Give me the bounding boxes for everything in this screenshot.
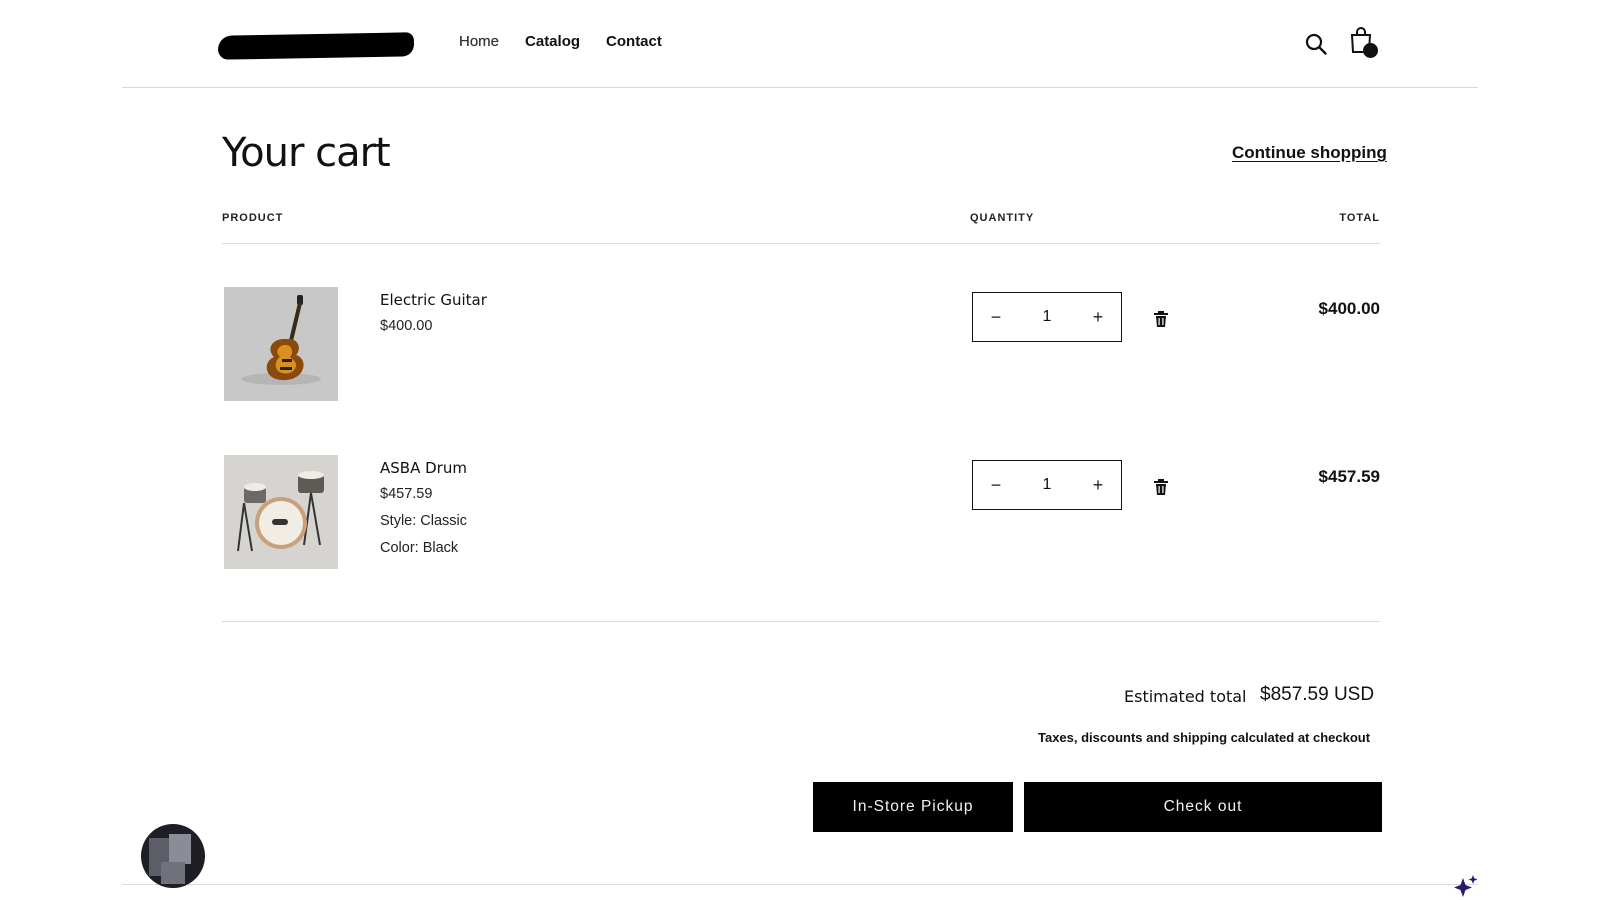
increase-quantity-button[interactable]: +: [1087, 307, 1109, 328]
product-image-guitar[interactable]: [224, 287, 338, 401]
product-price: $457.59: [380, 486, 433, 502]
store-logo[interactable]: [217, 32, 415, 60]
estimated-total-label: Estimated total: [1124, 687, 1247, 706]
decrease-quantity-button[interactable]: −: [985, 307, 1007, 328]
avatar-pixel: [169, 834, 191, 864]
site-header: Home Catalog Contact: [122, 0, 1478, 88]
search-icon[interactable]: [1304, 32, 1328, 56]
increase-quantity-button[interactable]: +: [1087, 475, 1109, 496]
trash-icon[interactable]: [1154, 479, 1168, 495]
nav-catalog[interactable]: Catalog: [525, 33, 580, 50]
nav-contact[interactable]: Contact: [606, 33, 662, 50]
quantity-stepper: − 1 +: [972, 460, 1122, 510]
cart-item-row: ASBA Drum $457.59 Style: Classic Color: …: [222, 455, 1380, 585]
tax-note: Taxes, discounts and shipping calculated…: [1038, 730, 1371, 745]
in-store-pickup-button[interactable]: In-Store Pickup: [813, 782, 1013, 832]
cart-count-badge: [1363, 43, 1378, 58]
quantity-input[interactable]: 1: [1043, 308, 1052, 326]
header-divider: [222, 243, 1380, 244]
column-header-total: TOTAL: [1339, 212, 1380, 224]
column-header-quantity: QUANTITY: [970, 212, 1035, 224]
sparkle-icon[interactable]: [1452, 874, 1480, 900]
product-image-drum[interactable]: [224, 455, 338, 569]
checkout-button[interactable]: Check out: [1024, 782, 1382, 832]
avatar-pixel: [161, 862, 185, 884]
cart-item-row: Electric Guitar $400.00 − 1 + $400.00: [222, 287, 1380, 407]
quantity-input[interactable]: 1: [1043, 476, 1052, 494]
estimated-total-value: $857.59 USD: [1260, 684, 1375, 705]
product-option-style: Style: Classic: [380, 513, 468, 529]
product-price: $400.00: [380, 318, 433, 334]
main-nav: Home Catalog Contact: [459, 33, 662, 50]
page-title: Your cart: [222, 130, 391, 176]
guitar-image: [224, 287, 338, 401]
nav-home[interactable]: Home: [459, 33, 499, 50]
cart-button[interactable]: [1349, 26, 1379, 58]
product-name[interactable]: Electric Guitar: [380, 291, 487, 309]
continue-shopping-link[interactable]: Continue shopping: [1232, 143, 1387, 163]
trash-icon[interactable]: [1154, 311, 1168, 327]
items-divider: [222, 621, 1380, 622]
product-name[interactable]: ASBA Drum: [380, 459, 467, 477]
decrease-quantity-button[interactable]: −: [985, 475, 1007, 496]
line-total: $457.59: [1318, 467, 1380, 486]
product-option-color: Color: Black: [380, 540, 459, 556]
column-header-product: PRODUCT: [222, 212, 284, 224]
line-total: $400.00: [1318, 299, 1380, 318]
quantity-stepper: − 1 +: [972, 292, 1122, 342]
chat-avatar[interactable]: [141, 824, 205, 888]
footer-divider: [122, 884, 1478, 885]
drum-image: [224, 455, 338, 569]
